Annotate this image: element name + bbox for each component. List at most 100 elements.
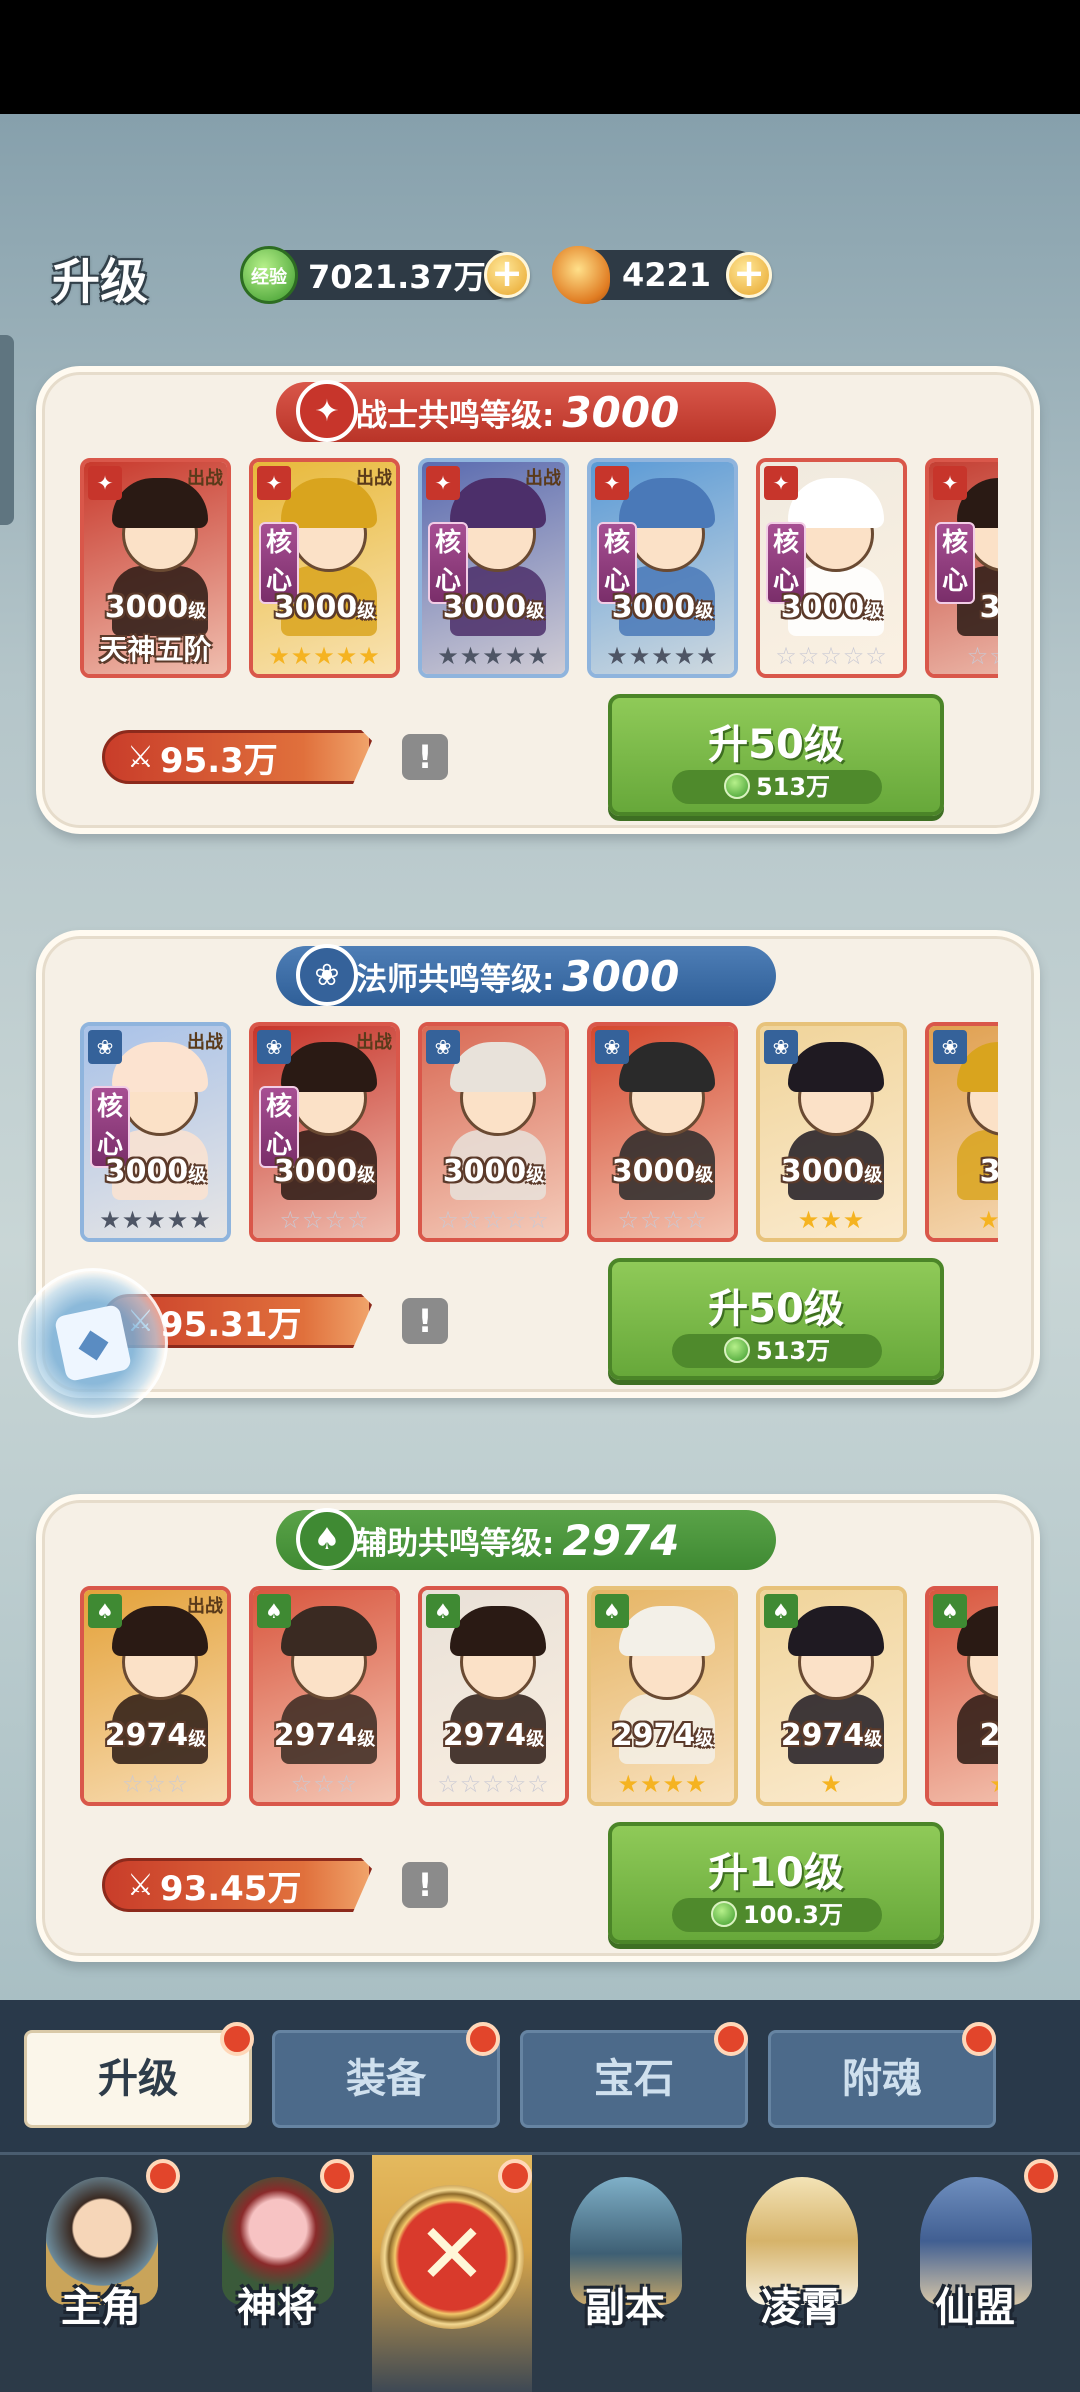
- deployed-tag: 出战: [187, 1596, 223, 1617]
- hero-card[interactable]: ❀ 出战 核心 3000级 ★★★★★: [80, 1022, 231, 1242]
- hero-stars: ★★★★★: [606, 642, 719, 670]
- class-sigil-icon: ♠: [426, 1594, 460, 1628]
- class-sigil-icon: ✦: [595, 466, 629, 500]
- hero-card-list[interactable]: ❀ 出战 核心 3000级 ★★★★★ ❀ 出战 核心 3000级 ☆☆☆☆ ❀ 3000级 ☆☆☆☆☆…: [80, 1022, 998, 1244]
- exp-resource: 经验 7021.37万 +: [240, 246, 530, 304]
- nav-dungeon[interactable]: 副本: [540, 2155, 710, 2392]
- resonance-panel: ✦ 战士共鸣等级: 3000 ✦ 出战 3000级 天神五阶 ✦ 出战 核心 3000级 ★★★★★ ✦…: [36, 366, 1040, 834]
- deployed-tag: 出战: [525, 468, 561, 489]
- hero-card[interactable]: ✦ 核心 3000级 ☆☆☆☆☆: [756, 458, 907, 678]
- gem-resource: 4221 +: [552, 246, 772, 304]
- banner-label: 辅助共鸣等级:: [356, 1525, 555, 1562]
- hero-level: 3000级: [611, 1154, 714, 1189]
- hero-level: 2974级: [442, 1718, 545, 1753]
- gem-add-button[interactable]: +: [726, 252, 772, 298]
- hero-card[interactable]: ✦ 出战 3000级 天神五阶: [80, 458, 231, 678]
- class-sigil-icon: ♠: [933, 1594, 967, 1628]
- hero-stars: ☆☆☆☆: [279, 1206, 370, 1234]
- gem-value: 4221: [622, 256, 712, 294]
- hero-level: 3000级: [104, 1154, 207, 1189]
- hero-card[interactable]: ♠ 2974级 ★: [756, 1586, 907, 1806]
- upgrade-button[interactable]: 升50级 513万: [608, 694, 944, 816]
- nav-generals-alert-dot: [320, 2159, 354, 2193]
- combat-power-value: 93.45万: [159, 1868, 302, 1909]
- hero-card[interactable]: ✦ 核心 3000级 ★★★★★: [587, 458, 738, 678]
- nav-alliance[interactable]: 仙盟: [890, 2155, 1060, 2392]
- hero-stars: ☆☆☆☆☆: [437, 1206, 550, 1234]
- tab-upgrade[interactable]: 升级: [24, 2030, 252, 2128]
- hero-stars: ★★★★★: [268, 642, 381, 670]
- info-button[interactable]: !: [402, 734, 448, 780]
- bottom-nav: 主角 神将 ✕ 副本 凌霄 仙盟: [0, 2152, 1080, 2392]
- hero-card[interactable]: ♠ 2974级 ☆☆☆☆☆: [418, 1586, 569, 1806]
- hero-level: 3000级: [442, 1154, 545, 1189]
- hero-card[interactable]: ❀ 3000级 ☆☆☆☆☆: [418, 1022, 569, 1242]
- nav-generals[interactable]: 神将: [192, 2155, 362, 2392]
- tab-equipment[interactable]: 装备: [272, 2030, 500, 2128]
- hero-stars: ☆☆☆☆: [617, 1206, 708, 1234]
- deployed-tag: 出战: [187, 468, 223, 489]
- hero-stars: ★★★★★: [437, 642, 550, 670]
- class-emblem-icon: ♠: [296, 1508, 358, 1570]
- class-sigil-icon: ❀: [764, 1030, 798, 1064]
- hero-level: 3000级: [780, 590, 883, 625]
- hero-card[interactable]: ✦ 出战 核心 3000级 ★★★★★: [249, 458, 400, 678]
- hero-stars: ☆☆☆☆☆: [775, 642, 888, 670]
- tab-soul[interactable]: 附魂: [768, 2030, 996, 2128]
- hero-card-list[interactable]: ♠ 出战 2974级 ☆☆☆ ♠ 2974级 ☆☆☆ ♠ 2974级 ☆☆☆☆☆ ♠ 2974级 ★★★…: [80, 1586, 998, 1808]
- status-bar: [0, 0, 1080, 114]
- hero-card[interactable]: ❀ 出战 核心 3000级 ☆☆☆☆: [249, 1022, 400, 1242]
- hero-stars: ★: [929, 1770, 998, 1798]
- resonance-banner: ♠ 辅助共鸣等级: 2974: [276, 1508, 776, 1570]
- sub-tab-bar: 升级 装备 宝石 附魂: [0, 2000, 1080, 2152]
- resonance-banner: ✦ 战士共鸣等级: 3000: [276, 380, 776, 442]
- hero-level: 2974级: [104, 1718, 207, 1753]
- hero-level: 29: [929, 1718, 998, 1753]
- crossed-swords-icon: ⚔: [127, 739, 154, 775]
- class-sigil-icon: ♠: [595, 1594, 629, 1628]
- tab-gem-alert-dot: [714, 2022, 748, 2056]
- tab-upgrade-alert-dot: [220, 2022, 254, 2056]
- exp-add-button[interactable]: +: [484, 252, 530, 298]
- exp-value: 7021.37万: [308, 258, 486, 296]
- nav-lingxiao[interactable]: 凌霄: [716, 2155, 886, 2392]
- tab-gem[interactable]: 宝石: [520, 2030, 748, 2128]
- info-button[interactable]: !: [402, 1298, 448, 1344]
- hero-card[interactable]: ♠ 2974级 ★★★★: [587, 1586, 738, 1806]
- nav-hero[interactable]: 主角: [16, 2155, 186, 2392]
- hero-stars: ★★★★: [617, 1770, 708, 1798]
- side-drawer-handle[interactable]: [0, 335, 14, 525]
- class-sigil-icon: ❀: [595, 1030, 629, 1064]
- nav-center-alert-dot: [498, 2159, 532, 2193]
- hero-card[interactable]: ❀ 3000级 ★★★: [756, 1022, 907, 1242]
- upgrade-cost: 513万: [672, 1334, 882, 1368]
- hero-stars: ★★★★★: [99, 1206, 212, 1234]
- hero-card[interactable]: ♠ 出战 2974级 ☆☆☆: [80, 1586, 231, 1806]
- class-sigil-icon: ♠: [764, 1594, 798, 1628]
- hero-card[interactable]: ❀ 3000级 ☆☆☆☆: [587, 1022, 738, 1242]
- upgrade-label: 升50级: [708, 1286, 844, 1332]
- hero-card-list[interactable]: ✦ 出战 3000级 天神五阶 ✦ 出战 核心 3000级 ★★★★★ ✦ 出战 核心 3000级 ★★★…: [80, 458, 998, 680]
- banner-label: 战士共鸣等级:: [356, 397, 555, 434]
- hero-stars: ★: [820, 1770, 843, 1798]
- hero-card[interactable]: ✦核心30☆☆☆: [925, 458, 998, 678]
- class-sigil-icon: ❀: [426, 1030, 460, 1064]
- class-emblem-icon: ❀: [296, 944, 358, 1006]
- hero-rank: 天神五阶: [99, 633, 212, 666]
- class-sigil-icon: ❀: [257, 1030, 291, 1064]
- upgrade-label: 升50级: [708, 722, 844, 768]
- upgrade-button[interactable]: 升10级 100.3万: [608, 1822, 944, 1944]
- floating-assistant-button[interactable]: ◆: [18, 1268, 168, 1418]
- banner-level: 3000: [562, 951, 680, 1001]
- exp-coin-icon: [723, 773, 750, 799]
- combat-power-value: 95.31万: [159, 1304, 302, 1345]
- resonance-panel: ♠ 辅助共鸣等级: 2974 ♠ 出战 2974级 ☆☆☆ ♠ 2974级 ☆☆☆ ♠ 2974级 ☆☆…: [36, 1494, 1040, 1962]
- hero-stars: ★★★: [797, 1206, 866, 1234]
- hero-card[interactable]: ✦ 出战 核心 3000级 ★★★★★: [418, 458, 569, 678]
- hero-card[interactable]: ♠ 2974级 ☆☆☆: [249, 1586, 400, 1806]
- close-icon[interactable]: ✕: [380, 2185, 524, 2329]
- upgrade-button[interactable]: 升50级 513万: [608, 1258, 944, 1380]
- hero-card[interactable]: ♠ 29 ★: [925, 1586, 998, 1806]
- hero-card[interactable]: ❀ 30 ★★: [925, 1022, 998, 1242]
- info-button[interactable]: !: [402, 1862, 448, 1908]
